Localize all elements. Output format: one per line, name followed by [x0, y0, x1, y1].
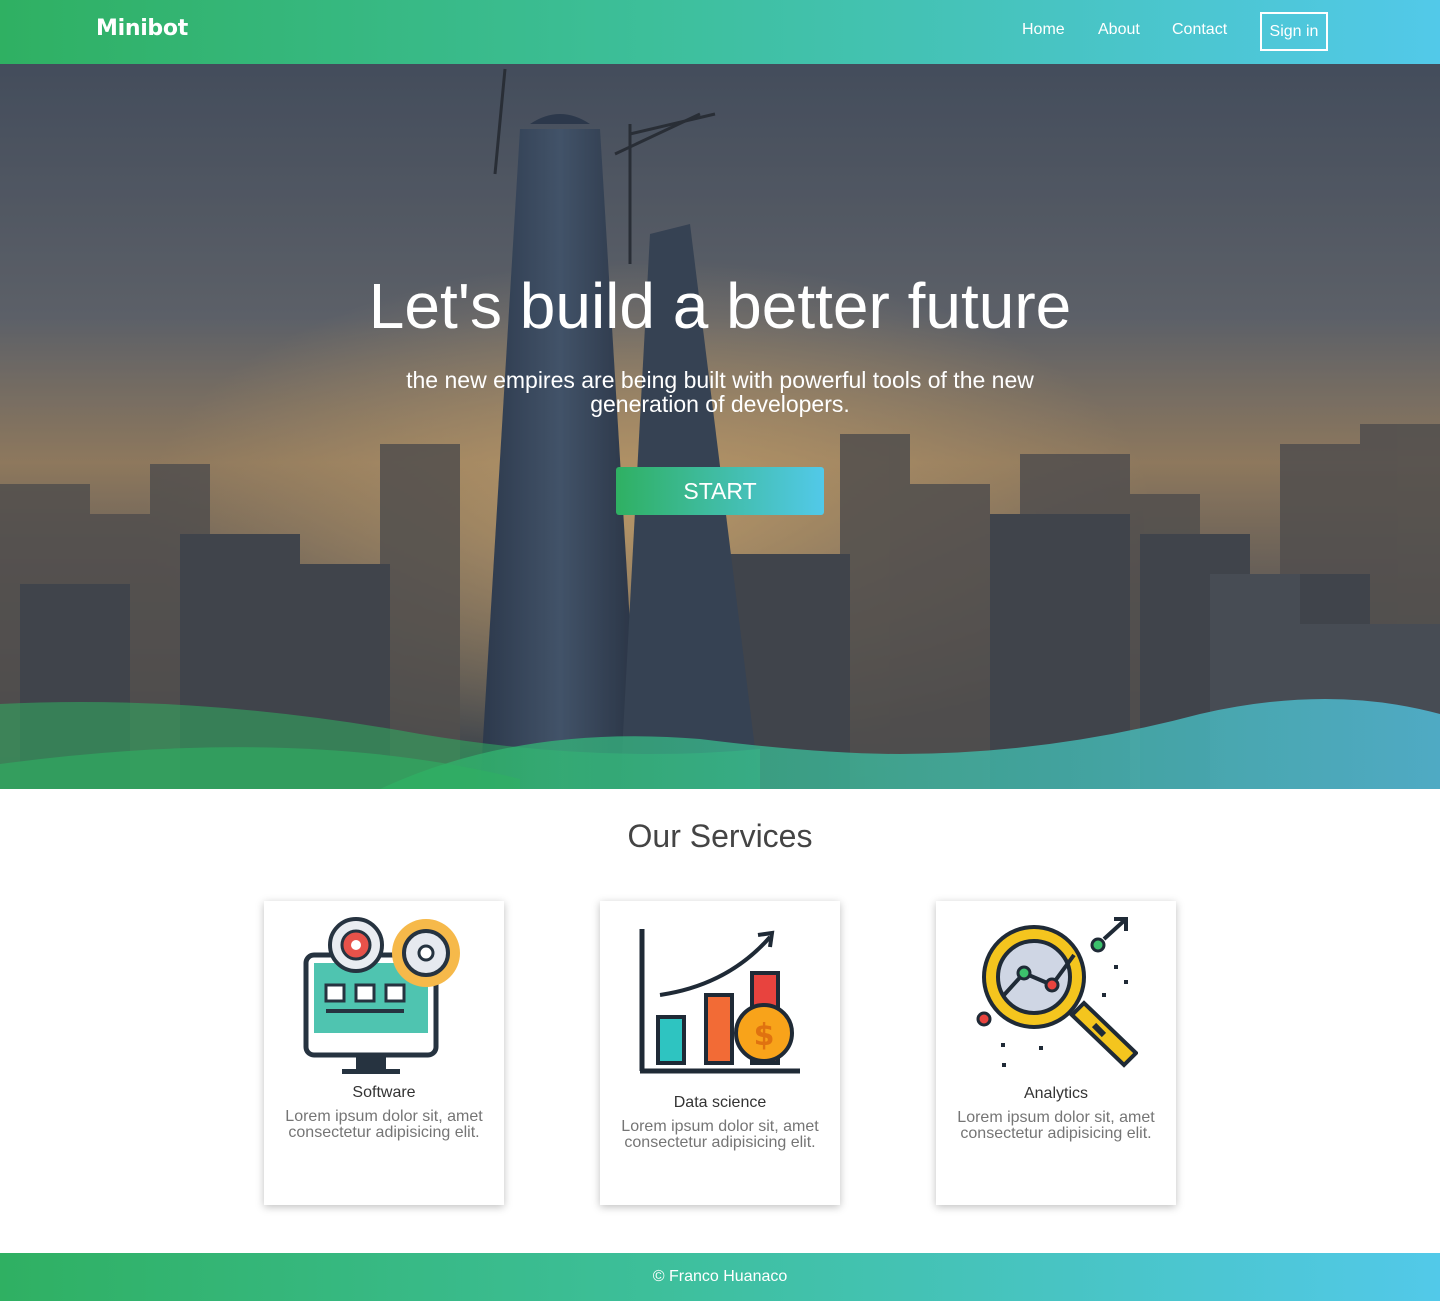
hero-title: Let's build a better future: [368, 270, 1072, 342]
hero-overlay: [0, 64, 1440, 789]
sign-in-button[interactable]: Sign in: [1260, 12, 1328, 51]
footer-copyright: © Franco Huanaco: [652, 1268, 788, 1285]
service-card-data-science[interactable]: $ Data science Lorem ipsum dolor sit, am…: [600, 901, 840, 1205]
navbar: Minibot Home About Contact Sign in: [0, 0, 1440, 64]
nav-link-contact[interactable]: Contact: [1172, 21, 1227, 39]
service-card-description: Lorem ipsum dolor sit, amet consectetur …: [621, 1118, 819, 1151]
service-card-title: Software: [352, 1084, 416, 1101]
hero-subtitle: the new empires are being built with pow…: [406, 367, 1034, 417]
services-title: Our Services: [627, 818, 813, 854]
service-card-software[interactable]: Software Lorem ipsum dolor sit, amet con…: [264, 901, 504, 1205]
nav-link-home[interactable]: Home: [1022, 21, 1065, 39]
hero-section: Let's build a better future the new empi…: [0, 64, 1440, 789]
service-card-description: Lorem ipsum dolor sit, amet consectetur …: [957, 1109, 1155, 1142]
hero-wave-divider: [0, 699, 1440, 789]
service-card-title: Data science: [673, 1094, 767, 1111]
data-science-chart-icon: $: [639, 929, 800, 1074]
analytics-magnifier-icon: [976, 917, 1138, 1068]
service-card-title: Analytics: [1023, 1085, 1089, 1102]
service-card-analytics[interactable]: Analytics Lorem ipsum dolor sit, amet co…: [936, 901, 1176, 1205]
nav-link-about[interactable]: About: [1098, 21, 1140, 39]
service-card-description: Lorem ipsum dolor sit, amet consectetur …: [285, 1108, 483, 1141]
start-button[interactable]: START: [616, 467, 824, 515]
svg-text:$: $: [754, 1018, 775, 1053]
software-gears-monitor-icon: [303, 917, 460, 1074]
brand-logo[interactable]: Minibot: [96, 16, 188, 41]
footer: © Franco Huanaco: [0, 1253, 1440, 1301]
